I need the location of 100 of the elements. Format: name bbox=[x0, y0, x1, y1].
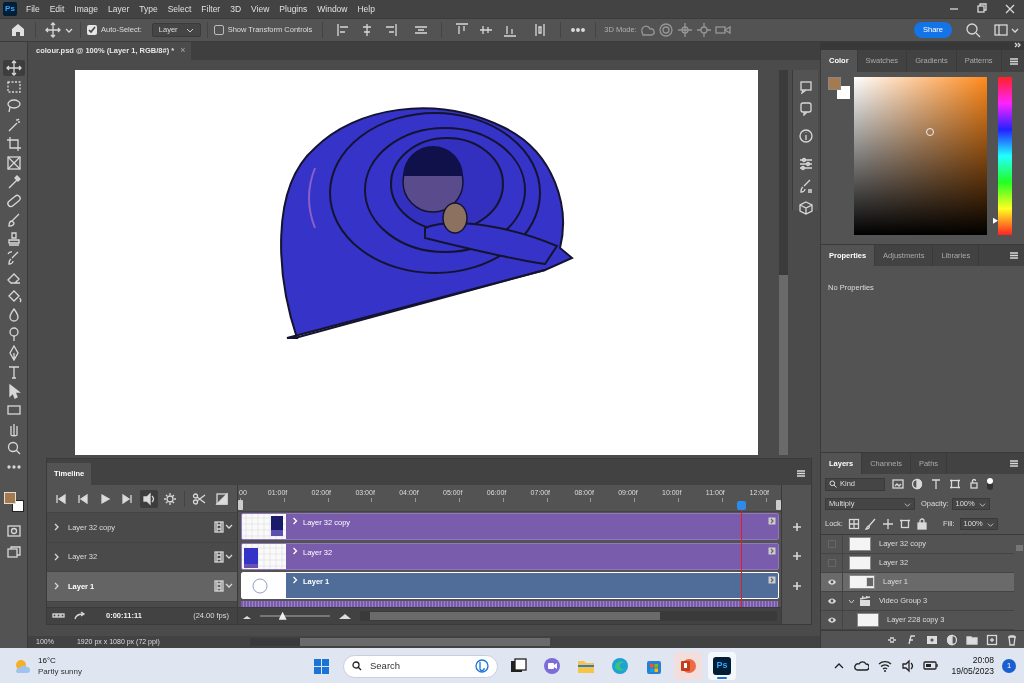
transition-icon[interactable] bbox=[215, 491, 229, 506]
share-arrow-icon[interactable] bbox=[73, 610, 86, 622]
chevron-icon[interactable] bbox=[53, 552, 60, 561]
menu-item[interactable]: 3D bbox=[230, 2, 242, 16]
filter-toggle[interactable] bbox=[987, 478, 993, 490]
taskbar-app[interactable]: Ps bbox=[708, 652, 736, 680]
assistant-icon[interactable] bbox=[475, 659, 489, 673]
lock-icon[interactable] bbox=[881, 518, 894, 530]
slider-thumb[interactable] bbox=[278, 611, 287, 620]
mask-icon[interactable] bbox=[926, 633, 938, 646]
color-swatches[interactable] bbox=[3, 492, 24, 512]
film-icon[interactable] bbox=[214, 521, 224, 534]
search-icon[interactable] bbox=[964, 21, 982, 39]
frames-icon[interactable] bbox=[52, 611, 65, 621]
menu-item[interactable]: Select bbox=[167, 2, 192, 16]
zoom-in-icon[interactable] bbox=[338, 611, 352, 621]
menu-item[interactable]: Filter bbox=[201, 2, 221, 16]
hue-slider[interactable] bbox=[993, 77, 1012, 235]
caret-icon[interactable] bbox=[225, 552, 233, 561]
filter-icon[interactable] bbox=[930, 478, 942, 490]
slider-thumb[interactable] bbox=[993, 217, 998, 224]
quick-mask-icon[interactable] bbox=[5, 523, 22, 539]
menu-item[interactable]: Plugins bbox=[279, 2, 308, 16]
filter-icon[interactable] bbox=[892, 478, 904, 490]
scrollbar-thumb[interactable] bbox=[370, 611, 660, 620]
caret-icon[interactable] bbox=[904, 500, 911, 508]
add-icon[interactable] bbox=[791, 580, 802, 591]
scissors-icon[interactable] bbox=[192, 491, 206, 506]
gear-icon[interactable] bbox=[163, 491, 177, 506]
adjustment-icon[interactable] bbox=[946, 633, 958, 646]
marquee-icon[interactable] bbox=[5, 79, 22, 95]
info-icon[interactable] bbox=[797, 128, 814, 144]
add-icon[interactable] bbox=[791, 551, 802, 562]
chevron-icon[interactable] bbox=[848, 597, 855, 605]
color-field[interactable] bbox=[854, 77, 987, 235]
folder-icon[interactable] bbox=[966, 633, 978, 646]
move-icon[interactable] bbox=[44, 21, 62, 39]
volume-icon[interactable] bbox=[901, 657, 916, 674]
lock-icon[interactable] bbox=[847, 518, 860, 530]
filter-icon[interactable] bbox=[968, 478, 980, 490]
step-forward-icon[interactable] bbox=[119, 491, 134, 506]
caret-icon[interactable] bbox=[986, 520, 994, 528]
panel-menu-icon[interactable] bbox=[1008, 55, 1020, 67]
lock-icon[interactable] bbox=[898, 518, 911, 530]
move-icon[interactable] bbox=[5, 60, 22, 76]
scrollbar-thumb[interactable] bbox=[779, 275, 788, 455]
crop-icon[interactable] bbox=[5, 136, 22, 152]
menu-item[interactable]: Image bbox=[74, 2, 98, 16]
bandage-icon[interactable] bbox=[5, 193, 22, 209]
film-icon[interactable] bbox=[214, 580, 224, 593]
lock-icon[interactable] bbox=[864, 518, 877, 530]
eye-icon[interactable] bbox=[826, 597, 837, 605]
menu-item[interactable]: File bbox=[26, 2, 40, 16]
scrollbar-thumb[interactable] bbox=[299, 638, 550, 646]
panel-menu-icon[interactable] bbox=[1008, 458, 1020, 469]
chevron-icon[interactable] bbox=[53, 582, 60, 591]
clip-menu-icon[interactable] bbox=[768, 517, 776, 526]
menu-item[interactable]: Type bbox=[139, 2, 158, 16]
screen-mode-icon[interactable] bbox=[5, 544, 22, 560]
menu-item[interactable]: Help bbox=[357, 2, 375, 16]
clip-menu-icon[interactable] bbox=[768, 546, 776, 555]
skip-back-icon[interactable] bbox=[53, 491, 68, 506]
search-bar[interactable]: Search bbox=[343, 654, 498, 678]
close-icon[interactable]: × bbox=[180, 44, 186, 58]
comment-icon[interactable] bbox=[797, 78, 814, 94]
work-area-end-handle[interactable] bbox=[776, 500, 781, 510]
stamp-icon[interactable] bbox=[5, 231, 22, 247]
brush-icon[interactable] bbox=[797, 178, 814, 194]
checkbox[interactable] bbox=[87, 25, 97, 35]
clock[interactable]: 20:08 19/05/2023 bbox=[951, 654, 994, 677]
panel-menu-icon[interactable] bbox=[795, 468, 807, 479]
trash-icon[interactable] bbox=[1006, 633, 1018, 646]
panel-menu-icon[interactable] bbox=[1008, 250, 1020, 261]
film-icon[interactable] bbox=[214, 550, 224, 563]
work-area-start-handle[interactable] bbox=[238, 500, 243, 510]
effects-icon[interactable] bbox=[906, 633, 918, 646]
menu-item[interactable]: View bbox=[251, 2, 270, 16]
lock-icon[interactable] bbox=[915, 518, 928, 530]
rectangle-icon[interactable] bbox=[5, 402, 22, 418]
lasso-icon[interactable] bbox=[5, 98, 22, 114]
start-icon[interactable] bbox=[312, 656, 331, 676]
sliders-icon[interactable] bbox=[797, 156, 814, 172]
cube-icon[interactable] bbox=[797, 200, 814, 216]
scrollbar-thumb[interactable] bbox=[1015, 545, 1023, 551]
checkbox[interactable] bbox=[213, 25, 224, 35]
home-icon[interactable] bbox=[9, 21, 27, 39]
collapse-icon[interactable] bbox=[1014, 42, 1021, 48]
add-icon[interactable] bbox=[791, 521, 802, 532]
menu-item[interactable]: Layer bbox=[108, 2, 130, 16]
search-field[interactable]: Search bbox=[370, 658, 467, 674]
filter-icon[interactable] bbox=[949, 478, 961, 490]
brush-icon[interactable] bbox=[5, 212, 22, 228]
new-layer-icon[interactable] bbox=[986, 633, 998, 646]
chevron-icon[interactable] bbox=[53, 523, 60, 532]
menu-item[interactable]: Edit bbox=[49, 2, 65, 16]
eye-icon[interactable] bbox=[826, 578, 837, 586]
color-swatches[interactable] bbox=[828, 77, 850, 99]
filter-icon[interactable] bbox=[911, 478, 923, 490]
clip-menu-icon[interactable] bbox=[768, 576, 776, 585]
caret-icon[interactable] bbox=[978, 500, 986, 508]
